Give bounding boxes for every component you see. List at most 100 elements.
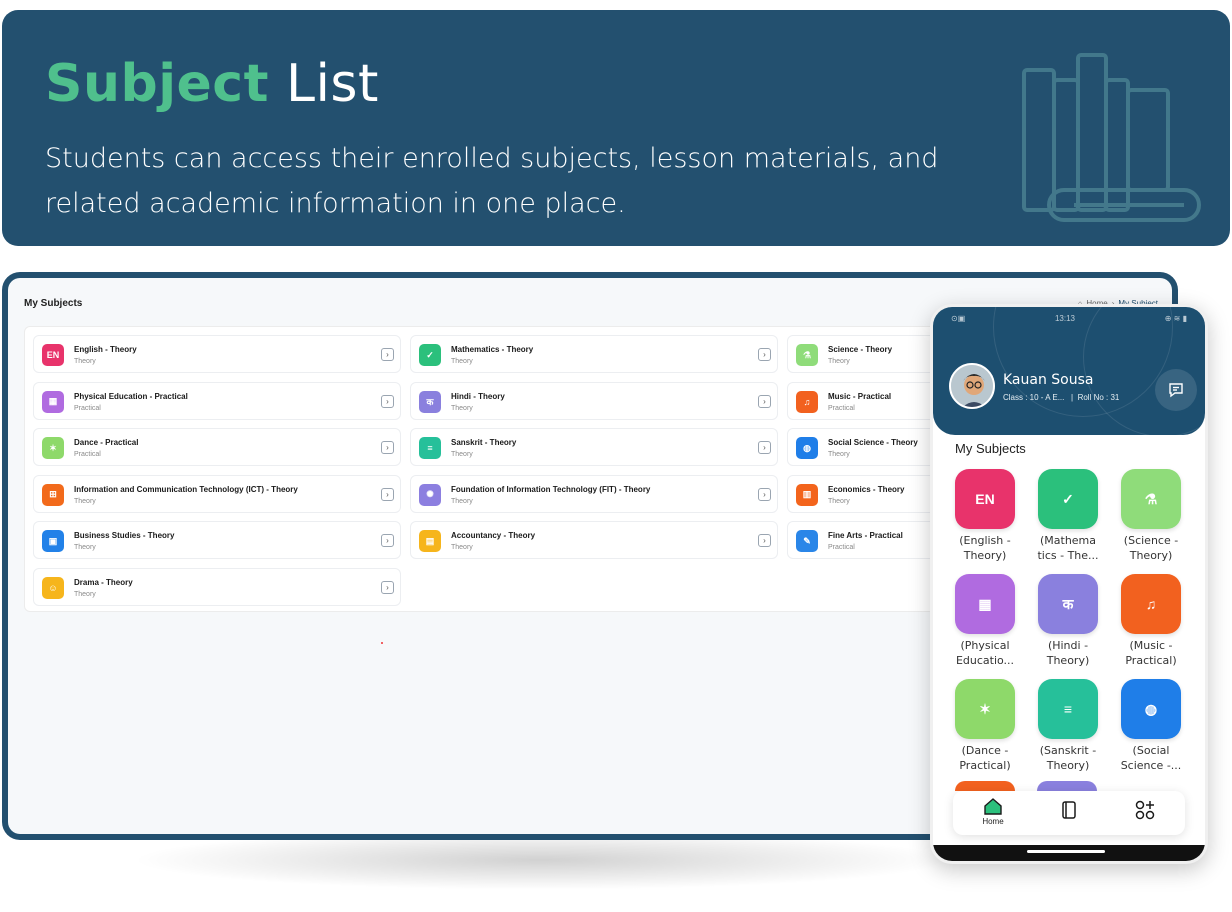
status-bar: ⊙▣ 13:13 ⊕ ≋ ▮: [933, 314, 1205, 323]
hindi-book-icon: क: [419, 390, 441, 413]
chat-button[interactable]: [1155, 369, 1197, 411]
guitar-icon: ♫: [796, 390, 818, 413]
subject-item[interactable]: ⊞ Information and Communication Technolog…: [33, 474, 401, 513]
subject-name: Social Science - Theory: [828, 438, 918, 447]
subject-name: Foundation of Information Technology (FI…: [451, 484, 651, 494]
stray-dot: [381, 642, 383, 644]
subject-name: Music - Practical: [828, 391, 892, 401]
subject-type: Theory: [451, 451, 473, 458]
subject-name: Hindi - Theory: [451, 391, 505, 401]
chevron-right-icon[interactable]: ›: [381, 580, 394, 594]
subject-name: Science - Theory: [828, 345, 893, 354]
phone-section-title: My Subjects: [955, 441, 1026, 456]
english-icon: EN: [955, 469, 1015, 529]
subject-name: Physical Education - Practical: [74, 391, 188, 401]
chevron-right-icon[interactable]: ›: [381, 441, 394, 454]
subject-type: Theory: [74, 590, 96, 598]
home-icon: [984, 798, 1002, 815]
subject-type: Theory: [74, 544, 96, 551]
chevron-right-icon[interactable]: ›: [758, 348, 771, 361]
subject-item[interactable]: ▣ Business Studies - Theory Theory ›: [33, 521, 401, 559]
science-icon: ⚗: [1121, 469, 1181, 529]
subject-type: Theory: [451, 544, 473, 551]
chevron-right-icon[interactable]: ›: [758, 487, 771, 501]
subject-type: Theory: [74, 358, 96, 365]
chevron-right-icon[interactable]: ›: [381, 487, 394, 501]
avatar[interactable]: [949, 363, 995, 409]
ledger-icon: ▤: [419, 530, 441, 552]
tile-peek: [955, 781, 1015, 791]
subject-type: Theory: [451, 404, 473, 412]
sanskrit-book-icon: ≡: [419, 437, 441, 459]
globe-people-icon: ◍: [796, 437, 818, 459]
dance-icon: ✶: [955, 679, 1015, 739]
subject-type: Theory: [828, 451, 850, 458]
chevron-right-icon[interactable]: ›: [381, 348, 394, 361]
subject-item[interactable]: EN English - Theory Theory ›: [33, 335, 401, 373]
subject-name: Dance - Practical: [74, 438, 139, 447]
chevron-right-icon[interactable]: ›: [758, 441, 771, 454]
chevron-right-icon[interactable]: ›: [381, 534, 394, 547]
subject-tile[interactable]: ✶ (Dance - Practical): [947, 679, 1023, 773]
subject-name: Economics - Theory: [828, 484, 905, 494]
hindi-book-icon: क: [1038, 574, 1098, 634]
subject-item[interactable]: ✓ Mathematics - Theory Theory ›: [410, 335, 778, 373]
subject-item[interactable]: ▤ Accountancy - Theory Theory ›: [410, 521, 778, 559]
subject-name: Information and Communication Technology…: [74, 484, 298, 494]
subject-type: Theory: [451, 497, 473, 505]
subject-tile[interactable]: ◍ (Social Science -...: [1113, 679, 1189, 773]
chevron-right-icon[interactable]: ›: [758, 534, 771, 547]
nav-books[interactable]: [1049, 800, 1089, 822]
subject-tile-label: (Hindi - Theory): [1046, 639, 1090, 667]
home-indicator-bar: [933, 845, 1205, 861]
status-left: ⊙▣: [951, 314, 966, 323]
subject-tile[interactable]: ▦ (Physical Educatio...: [947, 574, 1023, 668]
subject-name: Sanskrit - Theory: [451, 438, 517, 447]
subject-item[interactable]: क Hindi - Theory Theory ›: [410, 381, 778, 420]
subject-tile-label: (Music - Practical): [1125, 639, 1177, 667]
status-right: ⊕ ≋ ▮: [1164, 314, 1187, 323]
page-title: My Subjects: [24, 298, 83, 309]
subject-tile[interactable]: ♫ (Music - Practical): [1113, 574, 1189, 668]
book-icon: [1062, 801, 1076, 819]
nav-home[interactable]: Home: [973, 797, 1013, 826]
science-icon: ⚗: [796, 344, 818, 366]
subject-type: Practical: [74, 404, 101, 412]
presentation-icon: ▣: [42, 530, 64, 552]
apps-icon: [1135, 800, 1155, 820]
banner-description: Students can access their enrolled subje…: [45, 143, 939, 219]
subject-tile[interactable]: क (Hindi - Theory): [1030, 574, 1106, 668]
subject-name: English - Theory: [74, 345, 137, 354]
subject-type: Practical: [828, 404, 855, 412]
subject-item[interactable]: ✺ Foundation of Information Technology (F…: [410, 474, 778, 513]
subject-type: Theory: [828, 358, 850, 365]
chevron-right-icon[interactable]: ›: [758, 394, 771, 408]
subject-tile-label: (Dance - Practical): [959, 744, 1011, 772]
gear-chip-icon: ✺: [419, 483, 441, 506]
books-icon: [1022, 53, 1201, 222]
subject-tile[interactable]: ≡ (Sanskrit - Theory): [1030, 679, 1106, 773]
subject-tile[interactable]: EN (English - Theory): [947, 469, 1023, 563]
subject-item[interactable]: ☺ Drama - Theory Theory ›: [33, 567, 401, 606]
subject-tile[interactable]: ✓ (Mathema tics - The...: [1030, 469, 1106, 563]
subject-name: Drama - Theory: [74, 577, 133, 587]
home-indicator[interactable]: [1027, 850, 1105, 853]
phone-header: ⊙▣ 13:13 ⊕ ≋ ▮ Kauan Sousa Class : 10 - …: [933, 307, 1205, 435]
nav-apps[interactable]: [1125, 800, 1165, 822]
subject-tile-label: (Science - Theory): [1123, 534, 1179, 562]
subject-type: Theory: [828, 497, 850, 505]
tile-peek: [1037, 781, 1097, 791]
subject-tile-label: (Physical Educatio...: [955, 639, 1015, 667]
guitar-icon: ♫: [1121, 574, 1181, 634]
masks-icon: ☺: [42, 576, 64, 599]
chart-icon: ▥: [796, 483, 818, 506]
subject-item[interactable]: ✶ Dance - Practical Practical ›: [33, 428, 401, 466]
message-icon: [1169, 383, 1183, 398]
subject-item[interactable]: ≡ Sanskrit - Theory Theory ›: [410, 428, 778, 466]
student-name: Kauan Sousa: [1003, 372, 1094, 388]
bottom-nav: Home: [953, 791, 1185, 835]
chevron-right-icon[interactable]: ›: [381, 394, 394, 408]
subject-tile[interactable]: ⚗ (Science - Theory): [1113, 469, 1189, 563]
subject-item[interactable]: ▦ Physical Education - Practical Practical…: [33, 381, 401, 420]
student-class: Class : 10 - A E... | Roll No : 31: [1003, 393, 1120, 402]
